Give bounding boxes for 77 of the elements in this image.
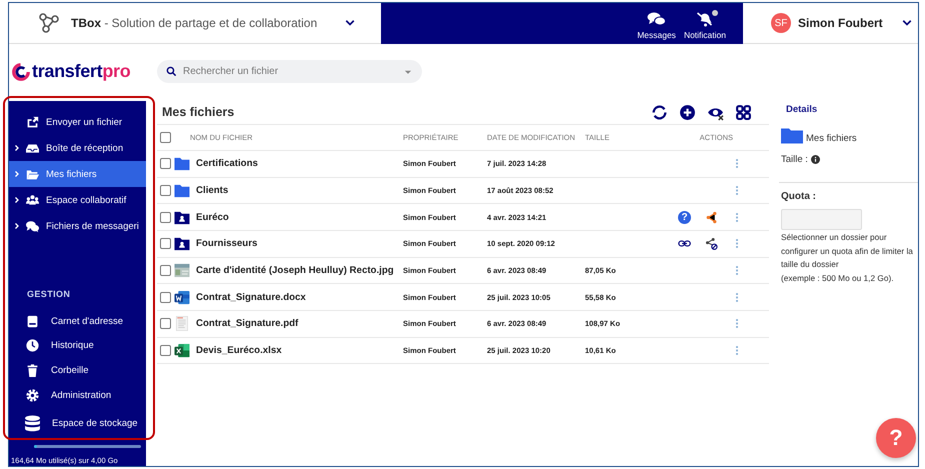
word-document-icon [174, 290, 190, 305]
chevron-right-icon [13, 222, 21, 230]
grid-icon[interactable] [735, 104, 752, 120]
folder-icon [781, 127, 803, 144]
checkbox[interactable] [160, 132, 171, 143]
file-name[interactable]: Contrat_Signature.docx [196, 292, 306, 303]
bell-icon [695, 11, 714, 27]
file-name[interactable]: Clients [196, 185, 228, 196]
refresh-icon[interactable] [651, 104, 668, 120]
folder-name: Mes fichiers [806, 133, 857, 144]
checkbox[interactable] [160, 212, 171, 223]
sidebar-item[interactable]: Espace collaboratif [9, 187, 146, 213]
clock-icon [26, 339, 39, 352]
search-bar[interactable]: Rechercher un fichier [157, 60, 422, 83]
chevron-right-icon [13, 170, 21, 178]
checkbox[interactable] [160, 265, 171, 276]
sidebar-item[interactable]: Mes fichiers [9, 161, 146, 187]
quota-field[interactable] [781, 209, 862, 230]
sidebar-item[interactable]: Carnet d'adresse [9, 309, 146, 334]
help-text: Sélectionner un dossier pour configurer un quota afin de limiter la taille du dossier (exemple : 500 Mo ou 1,2 Go). [780, 231, 914, 285]
app-title: TBox - Solution de partage et de collaboration [71, 16, 318, 30]
section-title: Mes fichiers [162, 105, 234, 119]
image-thumbnail-icon [174, 263, 190, 278]
chat-icon [25, 220, 40, 232]
sidebar-item[interactable]: Espace de stockage [9, 407, 146, 440]
user-avatar: SF [771, 13, 791, 33]
search-icon [166, 66, 177, 77]
checkbox[interactable] [160, 318, 171, 330]
file-name[interactable]: Carte d'identité (Joseph Heulluy) Recto.jpg [196, 265, 394, 276]
sidebar-item[interactable]: Boîte de réception [9, 135, 146, 161]
unshare-icon[interactable] [705, 237, 718, 250]
checkbox[interactable] [160, 158, 171, 170]
database-icon [24, 414, 41, 432]
spreadsheet-icon [174, 342, 190, 358]
file-name[interactable]: Devis_Euréco.xlsx [196, 344, 282, 356]
sidebar-item[interactable]: Fichiers de messageri [9, 213, 146, 239]
folder-icon [25, 168, 40, 180]
file-name[interactable]: Certifications [196, 158, 258, 170]
sidebar-item[interactable]: Corbeille [9, 358, 146, 383]
file-name[interactable]: Euréco [196, 212, 229, 223]
file-name[interactable]: Fournisseurs [196, 238, 258, 250]
field-label: Taille : [781, 154, 808, 164]
chevron-right-icon [13, 144, 21, 152]
info-icon[interactable] [810, 154, 820, 164]
logo-text: transfertpro [32, 61, 130, 82]
checkbox[interactable] [160, 238, 171, 250]
folder-icon [174, 156, 190, 172]
file-name[interactable]: Contrat_Signature.pdf [196, 318, 298, 330]
tray-icon [25, 142, 40, 154]
add-icon[interactable] [679, 104, 696, 120]
sidebar-item[interactable]: Administration [9, 382, 146, 408]
gear-icon [26, 388, 39, 402]
people-icon [25, 194, 40, 206]
panel-title: Details [785, 103, 818, 117]
section-heading: GESTION [26, 289, 72, 301]
upload-icon [25, 116, 40, 128]
folder-person-icon [174, 236, 190, 252]
folder-icon [174, 183, 190, 198]
folder-person-icon [174, 210, 190, 225]
sidebar-item[interactable]: Envoyer un fichier [9, 109, 146, 135]
chat-icon [647, 11, 666, 27]
chevron-right-icon [13, 196, 21, 204]
checkbox[interactable] [160, 344, 171, 356]
checkbox[interactable] [160, 292, 171, 303]
trash-icon [26, 364, 39, 377]
user-name: Simon Foubert [798, 16, 883, 30]
field-label: Quota : [779, 182, 918, 204]
sidebar-item[interactable]: Historique [9, 334, 146, 358]
search-field[interactable]: Rechercher un fichier [183, 66, 403, 77]
checkbox[interactable] [160, 185, 171, 196]
logo-ring-icon [11, 62, 31, 82]
share-icon[interactable] [705, 210, 718, 224]
messages-button[interactable]: Messages [634, 11, 679, 44]
help-button[interactable]: ? [678, 210, 691, 224]
notification-button[interactable]: Notification [680, 11, 729, 44]
document-icon [174, 316, 190, 332]
address-book-icon [26, 314, 39, 328]
